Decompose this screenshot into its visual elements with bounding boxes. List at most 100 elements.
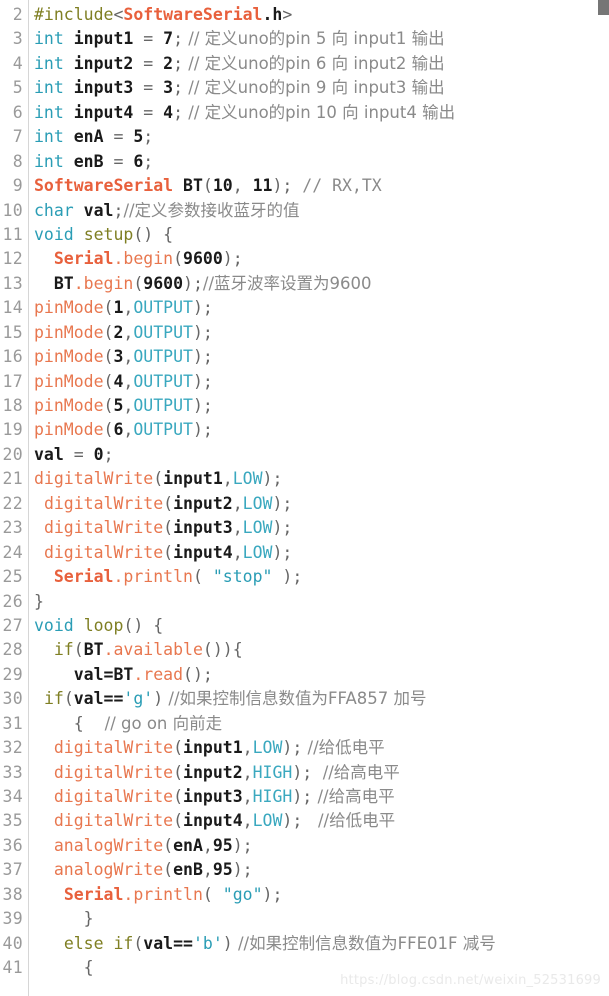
code-line[interactable]: 34 digitalWrite(input3,HIGH); //给高电平 bbox=[0, 785, 609, 809]
line-code[interactable]: } bbox=[28, 907, 609, 931]
line-code[interactable]: Serial.begin(9600); bbox=[28, 247, 609, 271]
code-line[interactable]: 30 if(val=='g') //如果控制信息数值为FFA857 加号 bbox=[0, 687, 609, 711]
code-line[interactable]: 29 val=BT.read(); bbox=[0, 663, 609, 687]
token-punct: } bbox=[34, 909, 94, 929]
code-line[interactable]: 9 SoftwareSerial BT(10, 11); // RX,TX bbox=[0, 174, 609, 198]
line-code[interactable]: int input3 = 3; // 定义uno的pin 9 向 input3 … bbox=[28, 76, 609, 100]
line-code[interactable]: int input4 = 4; // 定义uno的pin 10 向 input4… bbox=[28, 101, 609, 125]
code-line[interactable]: 27 void loop() { bbox=[0, 614, 609, 638]
code-line[interactable]: 14 pinMode(1,OUTPUT); bbox=[0, 296, 609, 320]
code-line[interactable]: 16 pinMode(3,OUTPUT); bbox=[0, 345, 609, 369]
line-code[interactable]: digitalWrite(input3,HIGH); //给高电平 bbox=[28, 785, 609, 809]
line-code[interactable]: analogWrite(enB,95); bbox=[28, 858, 609, 882]
code-line[interactable]: 22 digitalWrite(input2,LOW); bbox=[0, 492, 609, 516]
code-line[interactable]: 10 char val;//定义参数接收蓝牙的值 bbox=[0, 199, 609, 223]
line-number: 8 bbox=[12, 151, 23, 171]
token-punct: ); bbox=[282, 811, 303, 831]
token-func: digitalWrite bbox=[53, 762, 174, 782]
code-line[interactable]: 26} bbox=[0, 590, 609, 614]
line-code[interactable]: int enB = 6; bbox=[28, 150, 609, 174]
line-code[interactable]: digitalWrite(input3,LOW); bbox=[28, 516, 609, 540]
line-code[interactable]: else if(val=='b') //如果控制信息数值为FFE01F 减号 bbox=[28, 932, 609, 956]
code-line[interactable]: 33 digitalWrite(input2,HIGH); //给高电平 bbox=[0, 761, 609, 785]
code-line[interactable]: 4 int input2 = 2; // 定义uno的pin 6 向 input2… bbox=[0, 52, 609, 76]
line-code[interactable]: digitalWrite(input4,LOW); //给低电平 bbox=[28, 809, 609, 833]
code-line[interactable]: 35 digitalWrite(input4,LOW); //给低电平 bbox=[0, 809, 609, 833]
token-func: .println bbox=[113, 567, 193, 587]
line-code[interactable]: pinMode(2,OUTPUT); bbox=[28, 321, 609, 345]
token-plain: .h bbox=[262, 5, 283, 24]
code-line[interactable]: 13 BT.begin(9600);//蓝牙波率设置为9600 bbox=[0, 272, 609, 296]
line-code[interactable]: int input2 = 2; // 定义uno的pin 6 向 input2 … bbox=[28, 52, 609, 76]
code-line[interactable]: 32 digitalWrite(input1,LOW); //给低电平 bbox=[0, 736, 609, 760]
token-punct: = bbox=[113, 127, 124, 147]
token-plain: 9600 bbox=[143, 273, 184, 293]
code-line[interactable]: 37 analogWrite(enB,95); bbox=[0, 858, 609, 882]
code-line[interactable]: 5 int input3 = 3; // 定义uno的pin 9 向 input3… bbox=[0, 76, 609, 100]
code-line[interactable]: 2 #include<SoftwareSerial.h> bbox=[0, 3, 609, 27]
code-line[interactable]: 6 int input4 = 4; // 定义uno的pin 10 向 input… bbox=[0, 101, 609, 125]
code-line[interactable]: 24 digitalWrite(input4,LOW); bbox=[0, 541, 609, 565]
code-line[interactable]: 38 Serial.println( "go"); bbox=[0, 883, 609, 907]
code-line[interactable]: 3 int input1 = 7; // 定义uno的pin 5 向 input1… bbox=[0, 27, 609, 51]
code-line[interactable]: 8 int enB = 6; bbox=[0, 150, 609, 174]
code-line[interactable]: 20 val = 0; bbox=[0, 443, 609, 467]
token-punct: ); bbox=[272, 493, 293, 513]
line-code[interactable]: SoftwareSerial BT(10, 11); // RX,TX bbox=[28, 174, 609, 198]
line-code[interactable]: val = 0; bbox=[28, 443, 609, 467]
line-code[interactable]: val=BT.read(); bbox=[28, 663, 609, 687]
code-line[interactable]: 25 Serial.println( "stop" ); bbox=[0, 565, 609, 589]
token-punct: { bbox=[34, 958, 94, 978]
line-code[interactable]: digitalWrite(input2,LOW); bbox=[28, 492, 609, 516]
token-punct: ); bbox=[192, 396, 213, 415]
line-code[interactable]: int enA = 5; bbox=[28, 125, 609, 149]
code-line[interactable]: 36 analogWrite(enA,95); bbox=[0, 834, 609, 858]
token-comment: //给高电平 bbox=[312, 762, 400, 782]
line-code[interactable]: Serial.println( "stop" ); bbox=[28, 565, 609, 589]
line-code[interactable]: char val;//定义参数接收蓝牙的值 bbox=[28, 199, 609, 223]
line-code[interactable]: } bbox=[28, 590, 609, 614]
line-code[interactable]: BT.begin(9600);//蓝牙波率设置为9600 bbox=[28, 272, 609, 296]
line-code[interactable]: pinMode(4,OUTPUT); bbox=[28, 370, 609, 394]
code-line[interactable]: 18 pinMode(5,OUTPUT); bbox=[0, 394, 609, 418]
token-punct: , bbox=[202, 835, 213, 855]
line-code[interactable]: void setup() { bbox=[28, 223, 609, 247]
token-punct: ( bbox=[163, 835, 174, 855]
line-code[interactable]: digitalWrite(input1,LOW); bbox=[28, 467, 609, 491]
line-code[interactable]: pinMode(5,OUTPUT); bbox=[28, 394, 609, 418]
code-line[interactable]: 11 void setup() { bbox=[0, 223, 609, 247]
code-line[interactable]: 40 else if(val=='b') //如果控制信息数值为FFE01F 减… bbox=[0, 932, 609, 956]
line-code[interactable]: Serial.println( "go"); bbox=[28, 883, 609, 907]
code-line[interactable]: 39 } bbox=[0, 907, 609, 931]
code-line[interactable]: 21 digitalWrite(input1,LOW); bbox=[0, 467, 609, 491]
line-code[interactable]: { // go on 向前走 bbox=[28, 712, 609, 736]
line-code[interactable]: digitalWrite(input1,LOW); //给低电平 bbox=[28, 736, 609, 760]
line-code[interactable]: void loop() { bbox=[28, 614, 609, 638]
line-code[interactable]: if(val=='g') //如果控制信息数值为FFA857 加号 bbox=[28, 687, 609, 711]
line-code[interactable]: digitalWrite(input2,HIGH); //给高电平 bbox=[28, 761, 609, 785]
vertical-scrollbar[interactable] bbox=[598, 0, 609, 996]
code-line[interactable]: 12 Serial.begin(9600); bbox=[0, 247, 609, 271]
token-punct: ); bbox=[183, 273, 203, 293]
line-code[interactable]: pinMode(3,OUTPUT); bbox=[28, 345, 609, 369]
code-line[interactable]: 23 digitalWrite(input3,LOW); bbox=[0, 516, 609, 540]
code-line[interactable]: 28 if(BT.available()){ bbox=[0, 638, 609, 662]
line-code[interactable]: analogWrite(enA,95); bbox=[28, 834, 609, 858]
code-line[interactable]: 15 pinMode(2,OUTPUT); bbox=[0, 321, 609, 345]
token-punct: ( bbox=[73, 640, 84, 660]
line-code[interactable]: int input1 = 7; // 定义uno的pin 5 向 input1 … bbox=[28, 27, 609, 51]
line-code[interactable]: digitalWrite(input4,LOW); bbox=[28, 541, 609, 565]
line-code[interactable]: if(BT.available()){ bbox=[28, 638, 609, 662]
code-line[interactable]: 17 pinMode(4,OUTPUT); bbox=[0, 370, 609, 394]
line-code[interactable]: #include<SoftwareSerial.h> bbox=[28, 3, 609, 27]
code-line[interactable]: 7 int enA = 5; bbox=[0, 125, 609, 149]
scrollbar-thumb[interactable] bbox=[598, 0, 609, 15]
line-code[interactable]: pinMode(1,OUTPUT); bbox=[28, 296, 609, 320]
token-plain: 95 bbox=[212, 860, 233, 880]
line-code[interactable]: pinMode(6,OUTPUT); bbox=[28, 418, 609, 442]
code-line[interactable]: 31 { // go on 向前走 bbox=[0, 712, 609, 736]
code-line[interactable]: 19 pinMode(6,OUTPUT); bbox=[0, 418, 609, 442]
line-number: 39 bbox=[2, 909, 23, 929]
